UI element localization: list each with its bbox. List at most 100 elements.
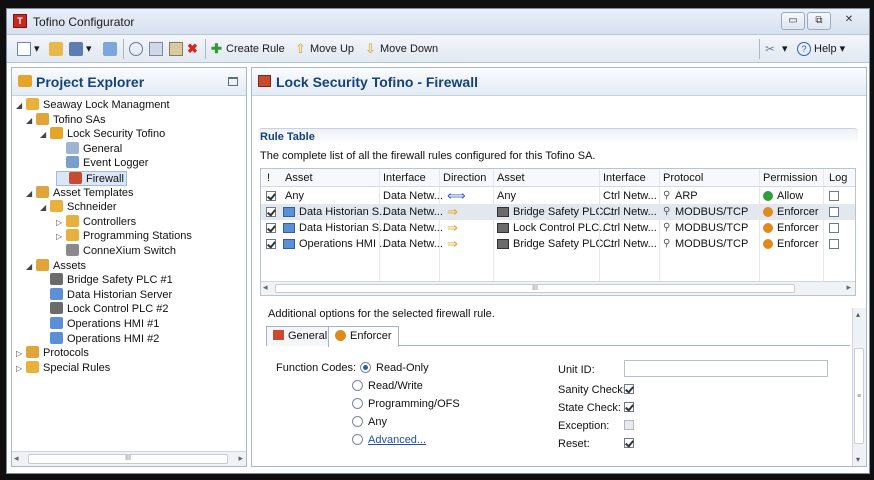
sanity-check-checkbox[interactable] <box>624 384 634 394</box>
log-checkbox[interactable] <box>829 239 839 249</box>
table-row[interactable]: Operations HMI ... Data Netw... ⇒ Bridge Sa… <box>261 236 855 252</box>
move-up-button[interactable]: ⇧ Move Up <box>295 40 354 58</box>
unit-id-input[interactable] <box>624 360 828 377</box>
table-row[interactable]: Data Historian S... Data Netw... ⇒ Lock Con… <box>261 220 855 236</box>
expand-arrow-icon[interactable]: ◢ <box>26 186 36 201</box>
function-code-radio[interactable]: Read/Write <box>352 380 423 392</box>
expand-arrow-icon[interactable]: ▷ <box>56 229 66 244</box>
radio-icon[interactable] <box>352 416 363 427</box>
function-code-radio[interactable]: Programming/OFS <box>352 398 460 410</box>
table-horizontal-scrollbar[interactable]: ◂ III ▸ <box>261 281 855 295</box>
help-button[interactable]: ? Help ▾ <box>797 40 845 58</box>
radio-icon[interactable] <box>352 398 363 409</box>
move-down-button[interactable]: ⇩ Move Down <box>365 40 438 58</box>
save-icon[interactable]: ▾ <box>69 40 92 58</box>
scroll-right-icon[interactable]: ▸ <box>238 453 243 464</box>
function-code-radio[interactable]: Advanced... <box>352 434 426 446</box>
delete-icon[interactable]: ✖ <box>187 40 198 58</box>
radio-icon[interactable] <box>352 434 363 445</box>
cut-icon[interactable] <box>129 40 146 58</box>
tree-item[interactable]: Operations HMI #1 <box>40 317 159 332</box>
close-button[interactable]: ✕ <box>837 12 861 30</box>
expand-arrow-icon[interactable]: ◢ <box>40 127 50 142</box>
log-checkbox[interactable] <box>829 191 839 201</box>
tree-item[interactable]: ◢ Tofino SAs <box>26 112 106 128</box>
paste-icon[interactable] <box>169 40 186 58</box>
minimize-button[interactable]: ▭ <box>781 12 805 30</box>
tree-item[interactable]: ◢ Schneider <box>40 200 117 215</box>
tree-item[interactable]: Operations HMI #2 <box>40 331 159 347</box>
tree-item[interactable]: ◢ Lock Security Tofino <box>40 127 165 142</box>
exception-checkbox[interactable] <box>624 420 634 430</box>
tab-general[interactable]: General <box>266 326 335 346</box>
rule-enabled-checkbox[interactable] <box>266 207 276 217</box>
tree-item[interactable]: ◢ Seaway Lock Managment <box>16 98 170 113</box>
tree-item[interactable]: ◢ Asset Templates <box>26 185 134 201</box>
column-header[interactable]: Protocol <box>663 170 703 186</box>
tree-item[interactable]: Data Historian Server <box>40 287 172 303</box>
tree-item[interactable]: ◢ Assets <box>26 258 86 274</box>
protocol-icon: ⚲ <box>663 206 671 217</box>
tree-item[interactable]: ▷ Special Rules <box>16 360 110 376</box>
reset-checkbox[interactable] <box>624 438 634 448</box>
column-header[interactable]: Asset <box>285 170 313 186</box>
table-row[interactable]: Any Data Netw... ⟺ Any Ctrl Netw... ⚲ ARP Allow <box>261 188 855 204</box>
minimize-panel-icon[interactable] <box>228 77 238 86</box>
scroll-thumb[interactable]: ≡ <box>854 348 864 444</box>
rule-enabled-checkbox[interactable] <box>266 239 276 249</box>
column-header[interactable]: Log <box>829 170 847 186</box>
tree-item[interactable]: ▷ Controllers <box>56 214 136 230</box>
expand-arrow-icon[interactable]: ▷ <box>16 361 26 376</box>
tab-enforcer[interactable]: Enforcer <box>328 326 399 347</box>
function-code-radio[interactable]: Any <box>352 416 387 428</box>
column-header[interactable]: Direction <box>443 170 486 186</box>
expand-arrow-icon[interactable]: ◢ <box>16 98 26 113</box>
expand-arrow-icon[interactable]: ◢ <box>26 113 36 128</box>
scroll-left-icon[interactable]: ◂ <box>14 453 19 464</box>
create-rule-button[interactable]: ✚ Create Rule <box>211 40 285 58</box>
state-check-checkbox[interactable] <box>624 402 634 412</box>
open-folder-icon[interactable] <box>49 40 66 58</box>
tools-icon[interactable]: ✂ ▾ <box>765 40 788 58</box>
tree-item[interactable]: Bridge Safety PLC #1 <box>40 273 173 288</box>
radio-icon[interactable] <box>352 380 363 391</box>
tree-item[interactable]: ▷ Programming Stations <box>56 229 192 244</box>
scroll-thumb[interactable]: III <box>275 284 795 293</box>
function-code-radio[interactable]: Read-Only <box>360 362 429 374</box>
tree-item[interactable]: Lock Control PLC #2 <box>40 302 169 317</box>
column-header[interactable]: Interface <box>603 170 646 186</box>
expand-arrow-icon[interactable]: ◢ <box>26 259 36 274</box>
expand-arrow-icon[interactable]: ▷ <box>56 215 66 230</box>
column-header[interactable]: Permission <box>763 170 817 186</box>
scroll-thumb[interactable]: III <box>28 454 228 464</box>
new-icon[interactable]: ▾ <box>17 40 40 58</box>
tree-horizontal-scrollbar[interactable]: ◂ III ▸ <box>12 451 246 466</box>
expand-arrow-icon[interactable]: ▷ <box>16 346 26 361</box>
import-icon[interactable] <box>103 40 120 58</box>
copy-icon[interactable] <box>149 40 166 58</box>
scroll-right-icon[interactable]: ▸ <box>846 282 851 293</box>
log-checkbox[interactable] <box>829 223 839 233</box>
tree-item[interactable]: Event Logger <box>56 156 148 171</box>
scroll-down-icon[interactable]: ▾ <box>856 455 860 464</box>
scroll-up-icon[interactable]: ▴ <box>856 310 860 319</box>
rule-enabled-checkbox[interactable] <box>266 223 276 233</box>
maximize-button[interactable]: ⧉ <box>807 12 831 30</box>
tree-item[interactable]: General <box>56 141 122 157</box>
column-header[interactable]: Interface <box>383 170 426 186</box>
tree-item-label: Lock Control PLC #2 <box>67 303 169 316</box>
scroll-left-icon[interactable]: ◂ <box>263 282 268 293</box>
expand-arrow-icon[interactable]: ◢ <box>40 200 50 215</box>
column-header[interactable]: Asset <box>497 170 525 186</box>
rule-enabled-checkbox[interactable] <box>266 191 276 201</box>
protocol-icon: ⚲ <box>663 222 671 233</box>
log-checkbox[interactable] <box>829 207 839 217</box>
radio-icon[interactable] <box>360 362 371 373</box>
radio-label[interactable]: Advanced... <box>368 434 426 446</box>
column-header[interactable]: ! <box>267 170 270 186</box>
options-vertical-scrollbar[interactable]: ▴ ≡ ▾ <box>852 308 866 466</box>
tree-item[interactable]: ▷ Protocols <box>16 346 89 361</box>
tree-item[interactable]: Firewall <box>56 171 127 186</box>
tree-item[interactable]: ConneXium Switch <box>56 244 176 259</box>
table-row[interactable]: Data Historian S... Data Netw... ⇒ Bridge S… <box>261 204 855 220</box>
